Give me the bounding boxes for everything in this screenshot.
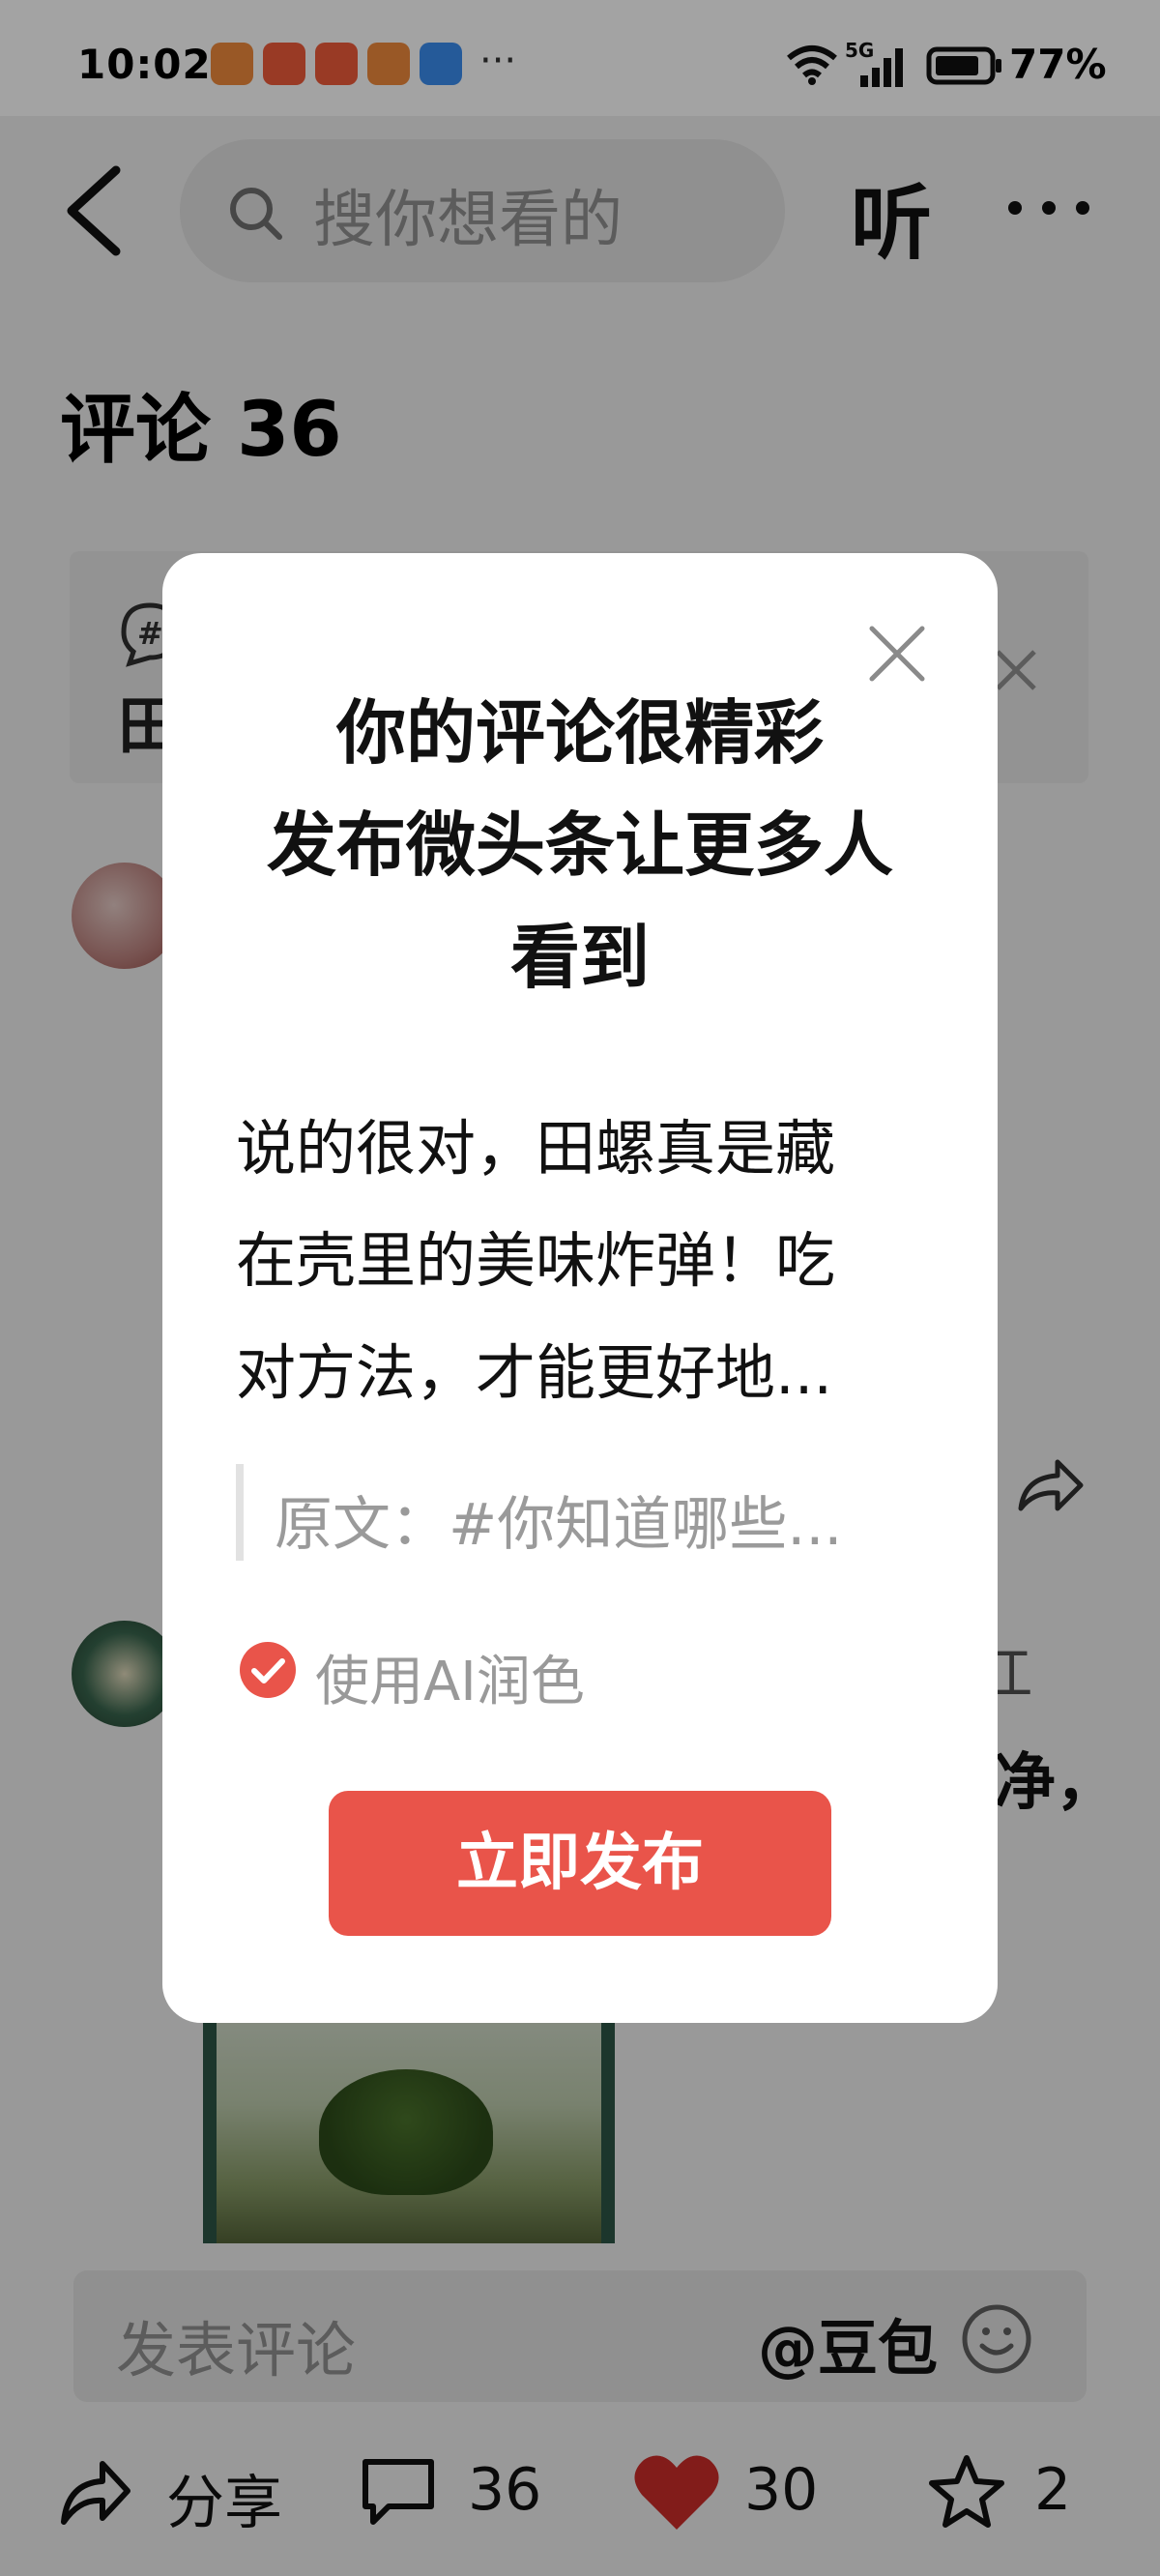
comment-line: 说的很对，田螺真是藏 bbox=[236, 1113, 836, 1184]
dialog-title-line: 看到 bbox=[509, 917, 650, 998]
comment-line: 在壳里的美味炸弹！吃 bbox=[236, 1225, 836, 1296]
comment-line: 对方法，才能更好地... bbox=[236, 1337, 833, 1408]
original-post-quote: 原文：#你知道哪些... bbox=[275, 1491, 843, 1559]
status-bar-dim bbox=[0, 0, 1160, 116]
dialog-title: 你的评论很精彩 发布微头条让更多人 看到 bbox=[203, 677, 957, 1013]
dialog-comment-preview: 说的很对，田螺真是藏 在壳里的美味炸弹！吃 对方法，才能更好地... bbox=[236, 1093, 932, 1429]
check-icon[interactable] bbox=[238, 1640, 298, 1700]
dialog-title-line: 发布微头条让更多人 bbox=[266, 805, 893, 886]
ai-polish-label[interactable]: 使用AI润色 bbox=[315, 1638, 585, 1716]
publish-now-button[interactable]: 立即发布 bbox=[329, 1791, 831, 1936]
close-icon[interactable] bbox=[866, 623, 928, 685]
quote-bar bbox=[236, 1464, 244, 1561]
dialog-title-line: 你的评论很精彩 bbox=[335, 692, 824, 774]
